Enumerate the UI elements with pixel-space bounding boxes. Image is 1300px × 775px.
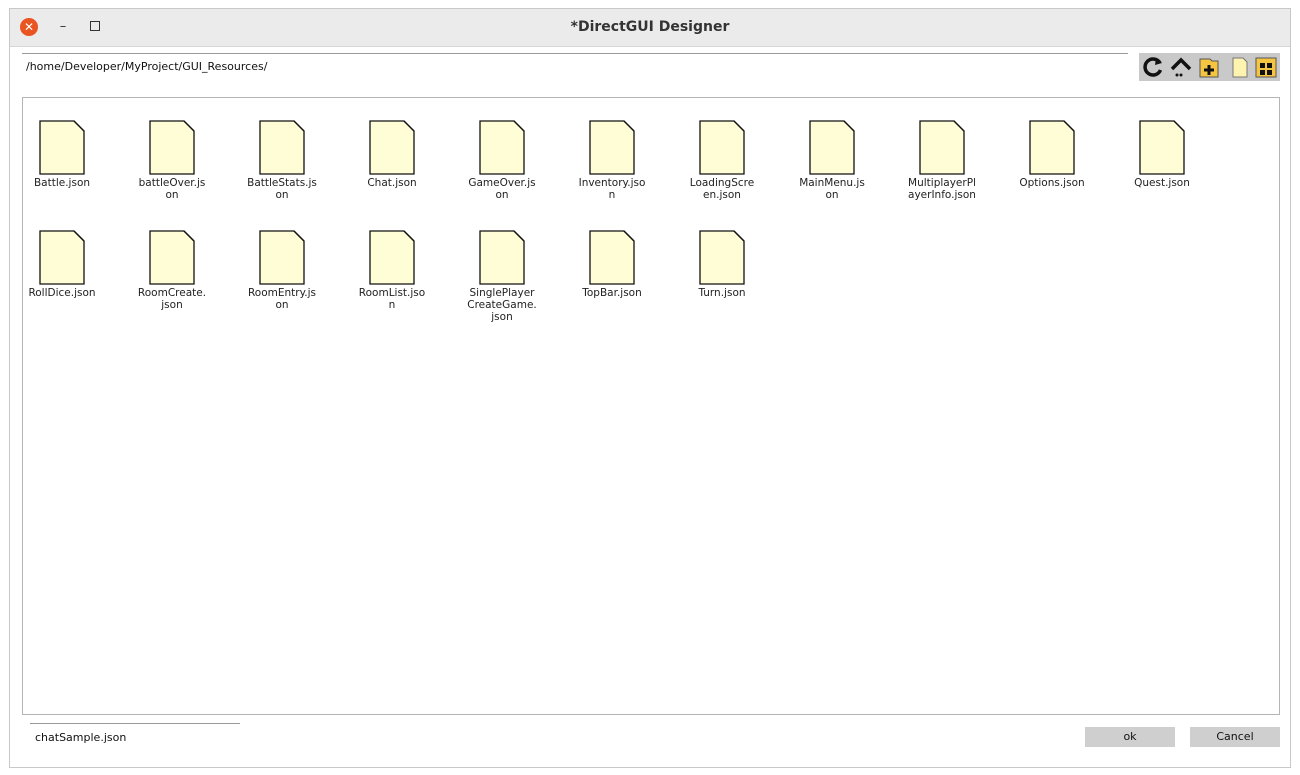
file-icon xyxy=(1139,120,1185,175)
file-name: MainMenu.json xyxy=(799,177,865,201)
filename-input[interactable]: chatSample.json xyxy=(30,723,240,749)
file-icon xyxy=(39,230,85,285)
file-icon xyxy=(589,120,635,175)
file-name: Options.json xyxy=(1019,177,1085,189)
file-item[interactable]: TopBar.json xyxy=(577,230,647,299)
file-item[interactable]: RollDice.json xyxy=(27,230,97,299)
file-icon xyxy=(1029,120,1075,175)
file-icon xyxy=(259,120,305,175)
file-name: RoomEntry.json xyxy=(247,287,317,311)
file-icon xyxy=(589,230,635,285)
refresh-icon[interactable] xyxy=(1140,55,1166,79)
file-name: LoadingScreen.json xyxy=(689,177,755,201)
file-name: battleOver.json xyxy=(138,177,206,201)
grid-view-icon[interactable] xyxy=(1253,55,1279,79)
file-item[interactable]: SinglePlayerCreateGame.json xyxy=(467,230,537,323)
file-icon xyxy=(479,120,525,175)
file-icon xyxy=(479,230,525,285)
file-name: RollDice.json xyxy=(28,287,96,299)
file-item[interactable]: Turn.json xyxy=(687,230,757,299)
file-icon xyxy=(699,230,745,285)
ok-button[interactable]: ok xyxy=(1085,727,1175,747)
file-icon xyxy=(919,120,965,175)
parent-folder-icon[interactable] xyxy=(1168,55,1194,79)
file-name: BattleStats.json xyxy=(247,177,317,201)
file-item[interactable]: Quest.json xyxy=(1127,120,1197,189)
file-icon xyxy=(259,230,305,285)
path-input[interactable]: /home/Developer/MyProject/GUI_Resources/ xyxy=(22,53,1128,79)
file-icon xyxy=(809,120,855,175)
file-browser: Battle.json battleOver.json BattleStats.js… xyxy=(22,97,1280,715)
file-name: RoomCreate.json xyxy=(137,287,207,311)
file-name: Chat.json xyxy=(367,177,417,189)
file-icon xyxy=(39,120,85,175)
cancel-button[interactable]: Cancel xyxy=(1190,727,1280,747)
file-item[interactable]: battleOver.json xyxy=(137,120,207,201)
file-icon xyxy=(699,120,745,175)
file-item[interactable]: LoadingScreen.json xyxy=(687,120,757,201)
file-item[interactable]: RoomEntry.json xyxy=(247,230,317,311)
file-name: Inventory.json xyxy=(578,177,646,201)
file-item[interactable]: Chat.json xyxy=(357,120,427,189)
window-title: *DirectGUI Designer xyxy=(570,19,730,35)
file-item[interactable]: RoomCreate.json xyxy=(137,230,207,311)
file-name: Turn.json xyxy=(698,287,746,299)
file-item[interactable]: GameOver.json xyxy=(467,120,537,201)
file-name: Battle.json xyxy=(33,177,91,189)
file-item[interactable]: MainMenu.json xyxy=(797,120,867,201)
file-item[interactable]: BattleStats.json xyxy=(247,120,317,201)
file-icon xyxy=(149,230,195,285)
file-icon xyxy=(149,120,195,175)
file-name: TopBar.json xyxy=(582,287,642,299)
file-name: MultiplayerPlayerInfo.json xyxy=(908,177,976,201)
file-item[interactable]: Inventory.json xyxy=(577,120,647,201)
file-name: SinglePlayerCreateGame.json xyxy=(467,287,537,323)
file-item[interactable]: Options.json xyxy=(1017,120,1087,189)
file-item[interactable]: MultiplayerPlayerInfo.json xyxy=(907,120,977,201)
file-name: GameOver.json xyxy=(468,177,536,201)
file-name: RoomList.json xyxy=(358,287,426,311)
file-item[interactable]: RoomList.json xyxy=(357,230,427,311)
designer-window: ✕ – *DirectGUI Designer /home/Developer/… xyxy=(9,8,1291,768)
file-item[interactable]: Battle.json xyxy=(27,120,97,189)
file-view-icon[interactable] xyxy=(1227,55,1253,79)
file-icon xyxy=(369,120,415,175)
new-folder-icon[interactable] xyxy=(1196,55,1222,79)
title-bar: ✕ – *DirectGUI Designer xyxy=(10,9,1290,47)
file-name: Quest.json xyxy=(1134,177,1190,189)
file-icon xyxy=(369,230,415,285)
toolbar xyxy=(1139,53,1280,81)
